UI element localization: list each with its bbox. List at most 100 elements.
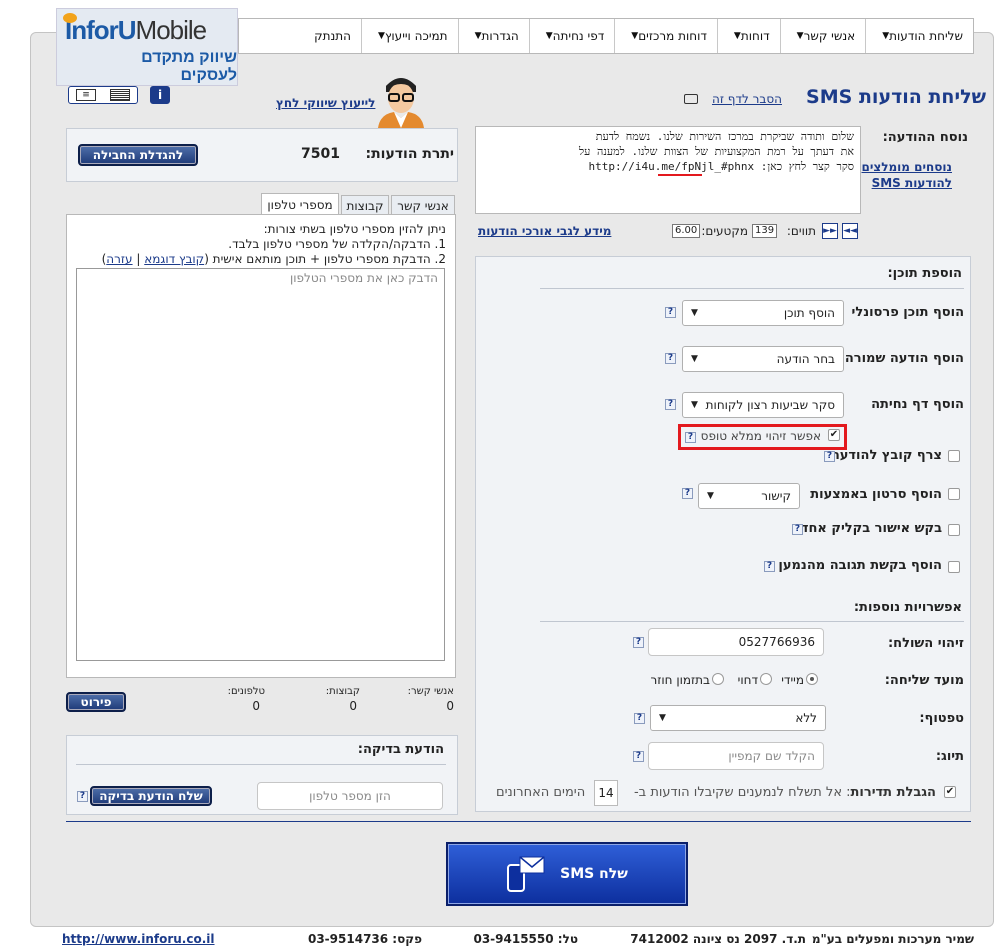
message-line-2: את דעתך על רמת המקצועיות של הצוות שלנו. … [579, 145, 854, 158]
attach-checkbox[interactable] [948, 450, 960, 462]
separator [540, 288, 964, 289]
tab-contacts[interactable]: אנשי קשר [391, 195, 455, 215]
help-icon[interactable]: ? [665, 307, 676, 318]
phones-textarea[interactable]: הדבק כאן את מספרי הטלפון [76, 268, 445, 661]
landing-select[interactable]: סקר שביעות רצון לקוחות ▼ [682, 392, 844, 418]
segments-value: 6.00 [672, 224, 701, 238]
freq-days-input[interactable]: 14 [594, 780, 618, 806]
menu-landing-pages[interactable]: דפי נחיתה ▼ [528, 19, 615, 53]
chars-label: תווים: [786, 224, 816, 238]
upgrade-button[interactable]: להגדלת החבילה [78, 144, 198, 166]
help-icon[interactable]: ? [77, 791, 88, 802]
footer-label: טפטוף: [919, 711, 964, 726]
video-checkbox[interactable] [948, 488, 960, 500]
contacts-count-label: אנשי קשר: [407, 686, 454, 697]
menu-reports[interactable]: דוחות ▼ [716, 19, 780, 53]
help-icon[interactable]: ? [633, 637, 644, 648]
sender-input[interactable]: 0527766936 [648, 628, 824, 656]
contacts-count-value: 0 [446, 699, 454, 713]
tab-phones[interactable]: מספרי טלפון [261, 193, 339, 215]
footer-fax: פקס: 03-9514736 [307, 932, 422, 946]
first-page-icon[interactable]: ◄◄ [842, 223, 858, 239]
consult-link[interactable]: לייעוץ שיווקי לחץ [276, 96, 375, 110]
help-icon[interactable]: ? [665, 353, 676, 364]
flag-icon[interactable] [110, 89, 130, 101]
message-label: נוסח ההודעה: [882, 130, 968, 145]
send-test-button[interactable]: שלח הודעת בדיקה [90, 786, 212, 806]
long-msg-link[interactable]: מידע לגבי אורכי הודעות [478, 224, 611, 238]
details-button[interactable]: פירוט [66, 692, 126, 712]
saved-label: הוסף הודעה שמורה [844, 351, 964, 366]
chevron-down-icon: ▼ [733, 31, 741, 41]
landing-label: הוסף דף נחיתה [871, 397, 964, 412]
tab-groups[interactable]: קבוצות [341, 195, 389, 215]
chevron-down-icon: ▼ [631, 31, 639, 41]
sample-file-link[interactable]: קובץ דוגמא [144, 252, 204, 266]
video-label: הוסף סרטון באמצעות [810, 487, 942, 502]
top-menu: שליחת הודעות ▼ אנשי קשר ▼ דוחות ▼ דוחות מרכ… [238, 18, 974, 54]
message-textarea[interactable]: שלום ותודה שביקרת במרכז השירות שלנו. נשמ… [475, 126, 861, 214]
freq-checkbox[interactable]: ✔ [944, 786, 956, 798]
freq-row: הגבלת תדירות: אל תשלח לנמענים שקיבלו הוד… [633, 785, 936, 800]
help-icon[interactable]: ? [633, 751, 644, 762]
help-icon[interactable]: ? [685, 432, 696, 443]
approve-checkbox[interactable] [948, 524, 960, 536]
timing-recurring-label: בתזמון חוזר [650, 673, 710, 687]
freq-days-suffix: הימים האחרונים [496, 785, 586, 800]
send-sms-button[interactable]: שלח SMS [446, 842, 688, 906]
video-select[interactable]: קישור ▼ [698, 483, 800, 509]
recommended-link-2[interactable]: להודעות SMS [872, 176, 952, 190]
last-page-icon[interactable]: ►► [822, 223, 838, 239]
reply-label: הוסף בקשת תגובה מהנמען [778, 558, 942, 573]
options-title: אפשרויות נוספות: [853, 600, 962, 615]
logo-bubble-icon [63, 13, 77, 23]
balance-value: 7501 [301, 146, 340, 162]
test-phone-input[interactable]: הזן מספר טלפון [257, 782, 443, 810]
saved-select[interactable]: בחר הודעה ▼ [682, 346, 844, 372]
separator [540, 621, 964, 622]
chevron-down-icon: ▼ [691, 400, 698, 410]
autofill-checkbox[interactable]: ✔ [828, 429, 840, 441]
separator [66, 821, 971, 822]
timing-recurring-radio[interactable] [712, 673, 724, 685]
phones-intro: ניתן להזין מספרי טלפון בשתי צורות: [263, 222, 446, 236]
message-line-1: שלום ותודה שביקרת במרכז השירות שלנו. נשמ… [595, 130, 854, 143]
help-icon[interactable]: ? [792, 524, 803, 535]
help-icon[interactable]: ? [665, 399, 676, 410]
explain-link[interactable]: הסבר לדף זה [712, 92, 782, 106]
help-icon[interactable]: ? [634, 713, 645, 724]
help-icon[interactable]: ? [824, 451, 835, 462]
menu-send-messages[interactable]: שליחת הודעות ▼ [865, 19, 973, 53]
tag-input[interactable]: הקלד שם קמפיין [648, 742, 824, 770]
align-center-icon[interactable]: ≡ [76, 89, 96, 101]
printer-icon[interactable] [684, 94, 698, 104]
sender-label: זיהוי השולח: [887, 636, 964, 651]
phones-opt1: 1. הדבקה/הקלדה של מספרי טלפון בלבד. [228, 237, 446, 251]
menu-summary-reports[interactable]: דוחות מרכזים ▼ [614, 19, 717, 53]
help-icon[interactable]: ? [764, 561, 775, 572]
footer-select[interactable]: ללא ▼ [650, 705, 826, 731]
chars-value: 139 [752, 224, 778, 238]
spellcheck-underline [658, 174, 702, 176]
autofill-label: אפשר זיהוי ממלא טופס [700, 429, 821, 443]
phones-opt2: 2. הדבקת מספרי טלפון + תוכן מותאם אישית … [101, 252, 446, 266]
personal-select[interactable]: הוסף תוכן ▼ [682, 300, 844, 326]
info-icon[interactable]: i [150, 86, 170, 104]
groups-count-label: קבוצות: [325, 686, 360, 697]
menu-settings[interactable]: הגדרות ▼ [457, 19, 529, 53]
menu-contacts[interactable]: אנשי קשר ▼ [779, 19, 866, 53]
logo[interactable]: InforUMobile שיווק מתקדם לעסקים [56, 8, 238, 86]
chevron-down-icon: ▼ [707, 491, 714, 501]
timing-delay-radio[interactable] [760, 673, 772, 685]
chevron-down-icon: ▼ [796, 31, 804, 41]
help-link[interactable]: עזרה [106, 252, 132, 266]
balance-label: יתרת הודעות: [365, 146, 455, 162]
reply-checkbox[interactable] [948, 561, 960, 573]
menu-logout[interactable]: התנתק [304, 19, 361, 53]
recommended-link[interactable]: נוסחים מומלצים [862, 160, 953, 174]
help-icon[interactable]: ? [682, 488, 693, 499]
footer-url[interactable]: http://www.inforu.co.il [62, 932, 215, 946]
timing-now-radio[interactable] [806, 673, 818, 685]
menu-support[interactable]: תמיכה וייעוץ ▼ [361, 19, 458, 53]
approve-label: בקש אישור בקליק אחד [800, 521, 942, 536]
